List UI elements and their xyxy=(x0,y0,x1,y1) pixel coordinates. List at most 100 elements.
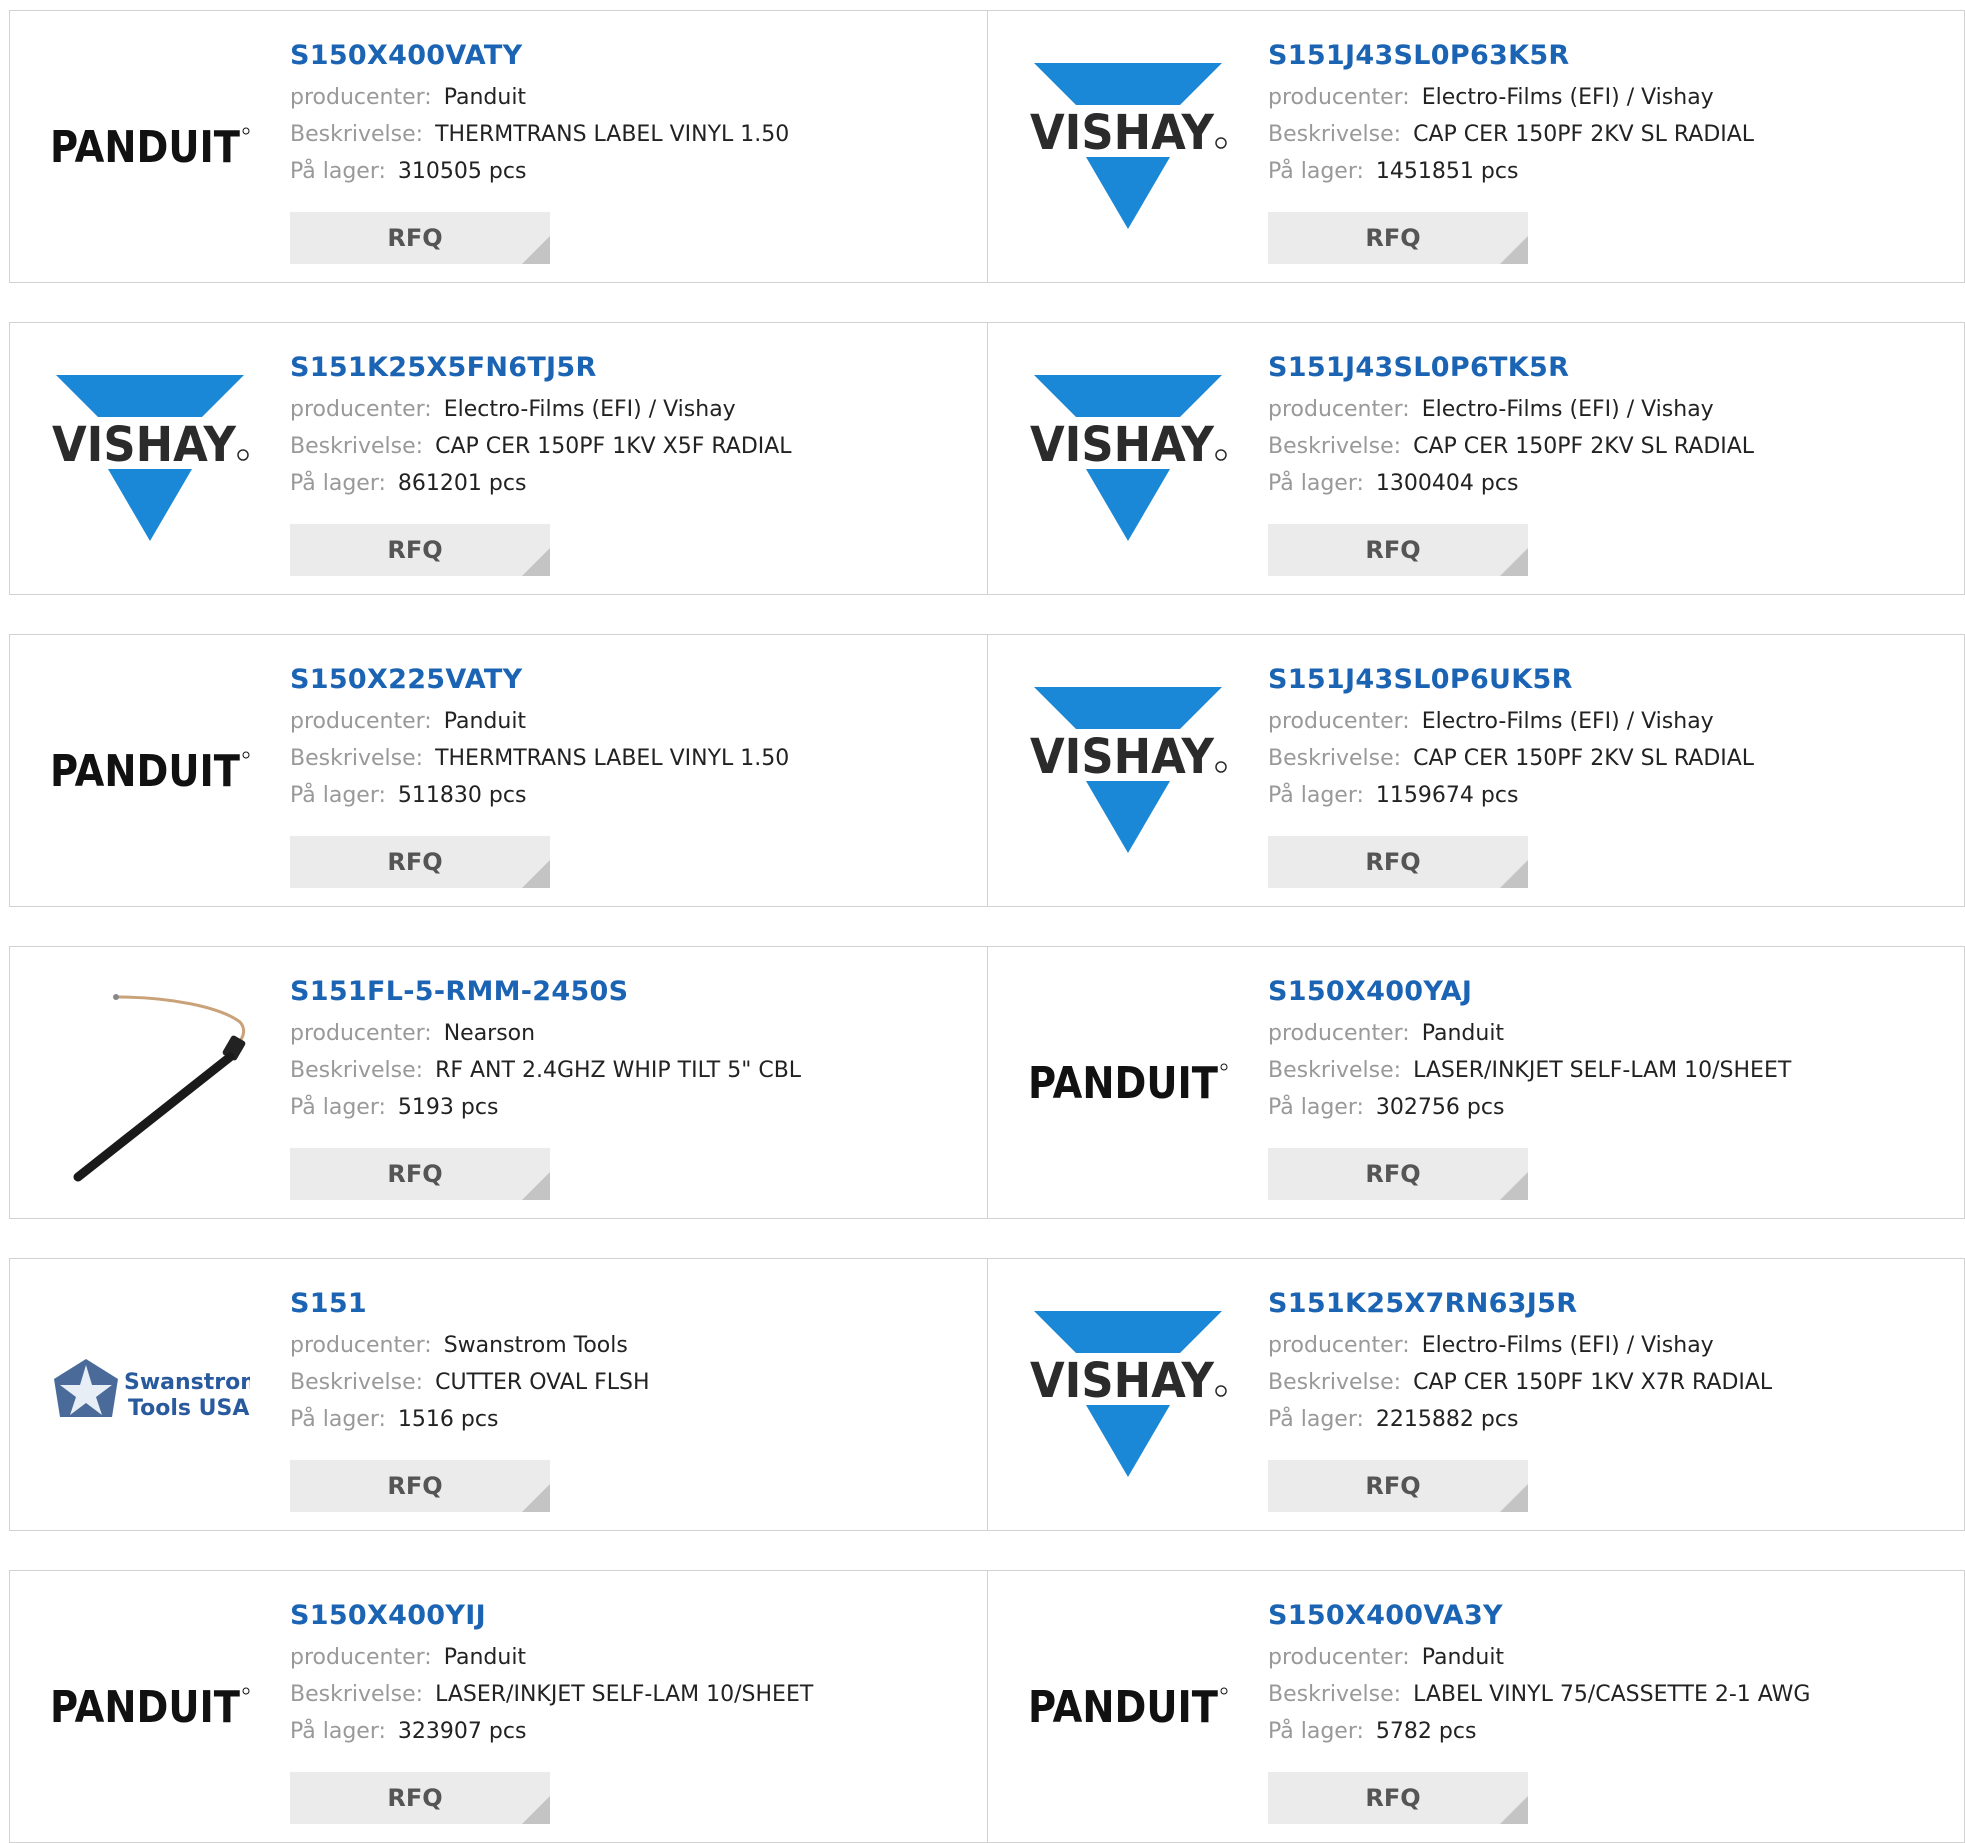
stock-label: På lager: xyxy=(290,1095,386,1120)
part-number-link[interactable]: S150X400YAJ xyxy=(1268,975,1944,1015)
stock-value: 5782 pcs xyxy=(1375,1719,1477,1744)
part-number-link[interactable]: S150X400VA3Y xyxy=(1268,1599,1944,1639)
product-card: VISHAY S151K25X7RN63J5R producenter: Elec… xyxy=(987,1259,1964,1530)
rfq-button[interactable]: RFQ xyxy=(290,524,550,576)
product-row: PANDUIT S150X225VATY producenter: Panduit… xyxy=(9,634,1965,907)
rfq-button-label: RFQ xyxy=(387,1472,443,1500)
manufacturer-label: producenter: xyxy=(290,1645,432,1670)
product-info: S151FL-5-RMM-2450S producenter: Nearson B… xyxy=(290,975,967,1126)
part-number-link[interactable]: S151J43SL0P6TK5R xyxy=(1268,351,1944,391)
manufacturer-logo[interactable]: VISHAY xyxy=(50,353,250,563)
part-number-link[interactable]: S151K25X7RN63J5R xyxy=(1268,1287,1944,1327)
description-label: Beskrivelse: xyxy=(1268,1682,1402,1707)
svg-text:PANDUIT: PANDUIT xyxy=(1028,1058,1218,1109)
product-card: VISHAY S151J43SL0P63K5R producenter: Elec… xyxy=(987,11,1964,282)
manufacturer-label: producenter: xyxy=(290,1333,432,1358)
part-number-link[interactable]: S151K25X5FN6TJ5R xyxy=(290,351,967,391)
manufacturer-logo[interactable]: VISHAY xyxy=(1028,41,1228,251)
rfq-button-label: RFQ xyxy=(1365,1784,1421,1812)
product-card: VISHAY S151K25X5FN6TJ5R producenter: Elec… xyxy=(10,323,987,594)
manufacturer-logo[interactable] xyxy=(50,977,250,1187)
panduit-logo: PANDUIT xyxy=(1028,1682,1228,1733)
product-info: S151J43SL0P6TK5R producenter: Electro-Fil… xyxy=(1268,351,1944,502)
rfq-button-label: RFQ xyxy=(1365,848,1421,876)
svg-text:PANDUIT: PANDUIT xyxy=(50,122,240,173)
part-number-link[interactable]: S151 xyxy=(290,1287,967,1327)
stock-value: 1516 pcs xyxy=(397,1407,499,1432)
manufacturer-value: Electro-Films (EFI) / Vishay xyxy=(1421,397,1714,422)
part-number-link[interactable]: S151FL-5-RMM-2450S xyxy=(290,975,967,1015)
part-number-link[interactable]: S150X400VATY xyxy=(290,39,967,79)
rfq-button[interactable]: RFQ xyxy=(290,836,550,888)
rfq-corner-decoration xyxy=(522,860,550,888)
product-info: S151J43SL0P6UK5R producenter: Electro-Fil… xyxy=(1268,663,1944,814)
description-value: LASER/INKJET SELF-LAM 10/SHEET xyxy=(1413,1058,1792,1083)
manufacturer-value: Electro-Films (EFI) / Vishay xyxy=(1421,1333,1714,1358)
stock-value: 2215882 pcs xyxy=(1375,1407,1519,1432)
rfq-corner-decoration xyxy=(522,548,550,576)
panduit-logo: PANDUIT xyxy=(50,122,250,173)
description-row: Beskrivelse: LASER/INKJET SELF-LAM 10/SHE… xyxy=(1268,1052,1944,1089)
product-card: PANDUIT S150X400YIJ producenter: Panduit … xyxy=(10,1571,987,1842)
stock-value: 511830 pcs xyxy=(397,783,527,808)
description-value: CAP CER 150PF 2KV SL RADIAL xyxy=(1413,434,1755,459)
product-info: S150X400VA3Y producenter: Panduit Beskriv… xyxy=(1268,1599,1944,1750)
manufacturer-logo[interactable]: VISHAY xyxy=(1028,1289,1228,1499)
stock-label: På lager: xyxy=(1268,471,1364,496)
rfq-corner-decoration xyxy=(522,236,550,264)
rfq-button[interactable]: RFQ xyxy=(1268,836,1528,888)
manufacturer-logo[interactable]: PANDUIT xyxy=(50,1601,250,1811)
vishay-logo: VISHAY xyxy=(1030,1311,1227,1477)
description-row: Beskrivelse: CAP CER 150PF 2KV SL RADIAL xyxy=(1268,428,1944,465)
rfq-button[interactable]: RFQ xyxy=(290,1460,550,1512)
part-number-link[interactable]: S151J43SL0P6UK5R xyxy=(1268,663,1944,703)
manufacturer-value: Electro-Films (EFI) / Vishay xyxy=(1421,85,1714,110)
part-number-link[interactable]: S150X400YIJ xyxy=(290,1599,967,1639)
description-value: RF ANT 2.4GHZ WHIP TILT 5" CBL xyxy=(435,1058,802,1083)
rfq-button[interactable]: RFQ xyxy=(1268,1460,1528,1512)
manufacturer-logo[interactable]: PANDUIT xyxy=(1028,1601,1228,1811)
rfq-corner-decoration xyxy=(522,1172,550,1200)
manufacturer-logo[interactable]: Swanstrom Tools USA xyxy=(50,1289,250,1499)
description-row: Beskrivelse: RF ANT 2.4GHZ WHIP TILT 5" C… xyxy=(290,1052,967,1089)
stock-value: 1159674 pcs xyxy=(1375,783,1519,808)
stock-label: På lager: xyxy=(290,471,386,496)
product-card: PANDUIT S150X400VATY producenter: Panduit… xyxy=(10,11,987,282)
manufacturer-logo[interactable]: PANDUIT xyxy=(50,41,250,251)
antenna-image xyxy=(73,994,246,1182)
panduit-logo: PANDUIT xyxy=(50,1682,250,1733)
manufacturer-logo[interactable]: PANDUIT xyxy=(50,665,250,875)
part-number-link[interactable]: S151J43SL0P63K5R xyxy=(1268,39,1944,79)
manufacturer-logo[interactable]: PANDUIT xyxy=(1028,977,1228,1187)
manufacturer-row: producenter: Panduit xyxy=(1268,1639,1944,1676)
svg-text:Tools USA: Tools USA xyxy=(128,1396,249,1421)
rfq-button[interactable]: RFQ xyxy=(1268,524,1528,576)
description-label: Beskrivelse: xyxy=(290,1682,424,1707)
manufacturer-logo[interactable]: VISHAY xyxy=(1028,665,1228,875)
product-card: S151FL-5-RMM-2450S producenter: Nearson B… xyxy=(10,947,987,1218)
manufacturer-value: Panduit xyxy=(443,709,527,734)
rfq-button-label: RFQ xyxy=(387,1160,443,1188)
description-value: CAP CER 150PF 1KV X7R RADIAL xyxy=(1413,1370,1773,1395)
rfq-button[interactable]: RFQ xyxy=(1268,212,1528,264)
swanstrom-logo: SwanstromTools USA xyxy=(54,1359,250,1421)
stock-value: 1451851 pcs xyxy=(1375,159,1519,184)
rfq-button[interactable]: RFQ xyxy=(1268,1772,1528,1824)
rfq-button[interactable]: RFQ xyxy=(290,1772,550,1824)
manufacturer-row: producenter: Panduit xyxy=(290,79,967,116)
rfq-button[interactable]: RFQ xyxy=(1268,1148,1528,1200)
rfq-button[interactable]: RFQ xyxy=(290,212,550,264)
manufacturer-label: producenter: xyxy=(1268,397,1410,422)
manufacturer-row: producenter: Nearson xyxy=(290,1015,967,1052)
description-row: Beskrivelse: CAP CER 150PF 1KV X7R RADIAL xyxy=(1268,1364,1944,1401)
description-row: Beskrivelse: CAP CER 150PF 2KV SL RADIAL xyxy=(1268,116,1944,153)
stock-value: 310505 pcs xyxy=(397,159,527,184)
product-card: PANDUIT S150X400YAJ producenter: Panduit … xyxy=(987,947,1964,1218)
stock-label: På lager: xyxy=(1268,1095,1364,1120)
manufacturer-logo[interactable]: VISHAY xyxy=(1028,353,1228,563)
stock-row: På lager: 5782 pcs xyxy=(1268,1713,1944,1750)
part-number-link[interactable]: S150X225VATY xyxy=(290,663,967,703)
manufacturer-value: Panduit xyxy=(443,85,527,110)
rfq-button[interactable]: RFQ xyxy=(290,1148,550,1200)
stock-label: På lager: xyxy=(1268,1719,1364,1744)
